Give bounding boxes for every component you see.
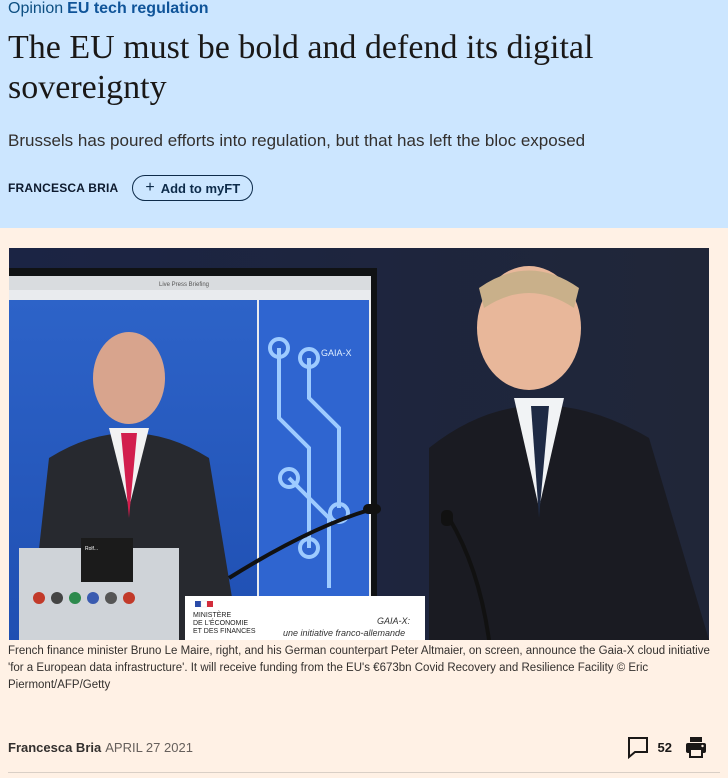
screen-title: Live Press Briefing	[159, 282, 209, 288]
print-icon[interactable]	[684, 735, 708, 759]
footer-author[interactable]: Francesca Bria	[8, 740, 101, 755]
sign-line1: MINISTÈRE	[193, 610, 231, 619]
author-link[interactable]: FRANCESCA BRIA	[8, 181, 118, 195]
article-photo: Live Press Briefing GAIA-X Rolf... MINIS…	[9, 248, 709, 640]
article-tools: 52	[626, 735, 720, 759]
add-to-myft-label: Add to myFT	[160, 180, 241, 196]
headline: The EU must be bold and defend its digit…	[8, 29, 594, 106]
sign-gaia-line1: GAIA-X:	[377, 616, 411, 626]
article-footer: Francesca Bria APRIL 27 2021 52	[8, 735, 720, 759]
topic-line: Opinion EU tech regulation	[8, 0, 209, 18]
comment-count[interactable]: 52	[658, 740, 672, 755]
sign-gaia-line2: une initiative franco-allemande	[283, 628, 405, 638]
sign-line2: DE L'ÉCONOMIE	[193, 618, 248, 627]
standfirst: Brussels has poured efforts into regulat…	[8, 131, 586, 150]
comment-icon[interactable]	[626, 735, 650, 759]
divider	[8, 772, 720, 773]
topic-link[interactable]: EU tech regulation	[67, 0, 208, 17]
article-header: Opinion EU tech regulation The EU must be…	[0, 0, 728, 228]
add-to-myft-button[interactable]: + Add to myFT	[132, 175, 254, 201]
sign-line3: ET DES FINANCES	[193, 628, 256, 635]
byline-row: FRANCESCA BRIA + Add to myFT	[8, 175, 254, 201]
photo-caption: French finance minister Bruno Le Maire, …	[8, 645, 710, 691]
plus-icon: +	[145, 179, 155, 196]
screen-logo: GAIA-X	[321, 348, 352, 358]
publish-date: APRIL 27 2021	[105, 739, 193, 755]
photo-illustration: Live Press Briefing GAIA-X Rolf... MINIS…	[9, 248, 709, 640]
genre-label: Opinion	[8, 0, 64, 17]
svg-text:Rolf...: Rolf...	[85, 546, 98, 552]
